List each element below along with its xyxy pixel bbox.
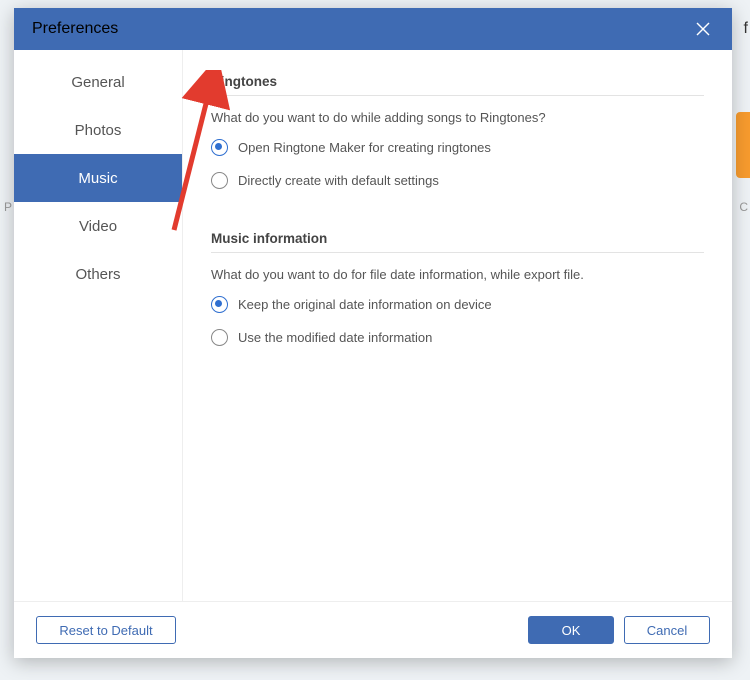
sidebar-item-video[interactable]: Video [14, 202, 182, 250]
sidebar-item-music[interactable]: Music [14, 154, 182, 202]
close-button[interactable] [690, 16, 716, 42]
dialog-title: Preferences [32, 20, 118, 38]
radio-open-ringtone-maker[interactable]: Open Ringtone Maker for creating rington… [211, 139, 704, 156]
bg-text: P [4, 200, 12, 214]
section-desc-ringtones: What do you want to do while adding song… [211, 110, 704, 125]
bg-text: C [739, 200, 748, 214]
cancel-button[interactable]: Cancel [624, 616, 710, 644]
radio-label: Keep the original date information on de… [238, 297, 492, 312]
section-title-music-info: Music information [211, 231, 704, 253]
content-pane: Ringtones What do you want to do while a… [183, 50, 732, 601]
section-desc-music-info: What do you want to do for file date inf… [211, 267, 704, 282]
radio-use-modified-date[interactable]: Use the modified date information [211, 329, 704, 346]
radio-icon [211, 329, 228, 346]
sidebar-item-label: Video [79, 218, 117, 235]
sidebar-item-general[interactable]: General [14, 58, 182, 106]
close-icon [695, 21, 711, 37]
preferences-dialog: Preferences General Photos Music Video O… [14, 8, 732, 658]
radio-icon [211, 139, 228, 156]
ok-button[interactable]: OK [528, 616, 614, 644]
radio-keep-original-date[interactable]: Keep the original date information on de… [211, 296, 704, 313]
sidebar-item-label: Photos [75, 122, 122, 139]
dialog-footer: Reset to Default OK Cancel [14, 601, 732, 658]
sidebar: General Photos Music Video Others [14, 50, 183, 601]
sidebar-item-photos[interactable]: Photos [14, 106, 182, 154]
dialog-body: General Photos Music Video Others Ringto… [14, 50, 732, 601]
reset-to-default-button[interactable]: Reset to Default [36, 616, 176, 644]
background-accent [736, 112, 750, 178]
radio-directly-create[interactable]: Directly create with default settings [211, 172, 704, 189]
radio-label: Open Ringtone Maker for creating rington… [238, 140, 491, 155]
radio-icon [211, 172, 228, 189]
sidebar-item-others[interactable]: Others [14, 250, 182, 298]
section-title-ringtones: Ringtones [211, 74, 704, 96]
sidebar-item-label: Others [75, 266, 120, 283]
radio-label: Use the modified date information [238, 330, 432, 345]
titlebar: Preferences [14, 8, 732, 50]
radio-icon [211, 296, 228, 313]
sidebar-item-label: Music [78, 170, 117, 187]
sidebar-item-label: General [71, 74, 124, 91]
bg-text: f [744, 20, 748, 38]
radio-label: Directly create with default settings [238, 173, 439, 188]
